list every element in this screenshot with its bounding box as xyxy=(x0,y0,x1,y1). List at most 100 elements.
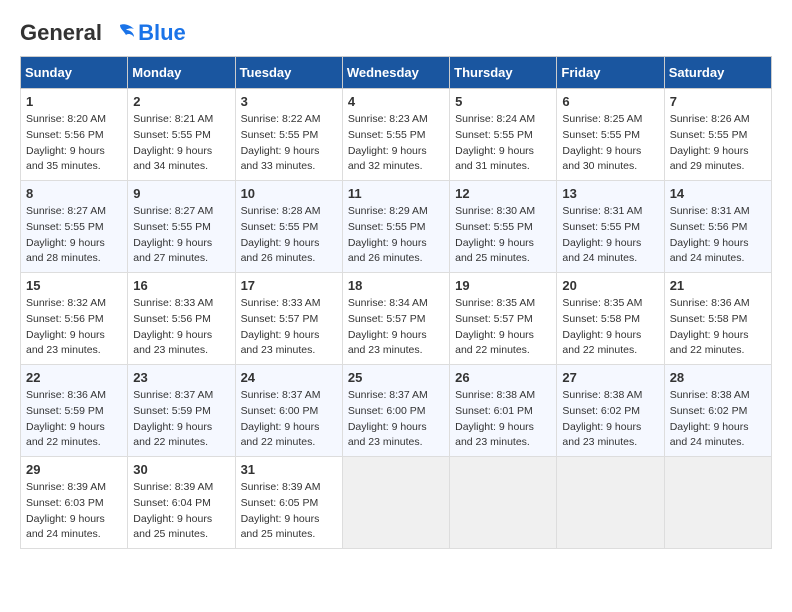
day-number: 12 xyxy=(455,186,551,201)
weekday-header-monday: Monday xyxy=(128,57,235,89)
weekday-header-friday: Friday xyxy=(557,57,664,89)
day-info: Sunrise: 8:21 AM Sunset: 5:55 PM Dayligh… xyxy=(133,112,229,175)
calendar-cell: 31 Sunrise: 8:39 AM Sunset: 6:05 PM Dayl… xyxy=(235,457,342,549)
calendar-cell: 13 Sunrise: 8:31 AM Sunset: 5:55 PM Dayl… xyxy=(557,181,664,273)
day-number: 9 xyxy=(133,186,229,201)
day-number: 22 xyxy=(26,370,122,385)
logo: General Blue xyxy=(20,20,186,46)
day-number: 5 xyxy=(455,94,551,109)
day-info: Sunrise: 8:20 AM Sunset: 5:56 PM Dayligh… xyxy=(26,112,122,175)
calendar-week-5: 29 Sunrise: 8:39 AM Sunset: 6:03 PM Dayl… xyxy=(21,457,772,549)
calendar-cell: 20 Sunrise: 8:35 AM Sunset: 5:58 PM Dayl… xyxy=(557,273,664,365)
day-number: 15 xyxy=(26,278,122,293)
calendar-cell: 16 Sunrise: 8:33 AM Sunset: 5:56 PM Dayl… xyxy=(128,273,235,365)
calendar-cell: 2 Sunrise: 8:21 AM Sunset: 5:55 PM Dayli… xyxy=(128,89,235,181)
day-number: 2 xyxy=(133,94,229,109)
calendar-cell: 19 Sunrise: 8:35 AM Sunset: 5:57 PM Dayl… xyxy=(450,273,557,365)
day-number: 18 xyxy=(348,278,444,293)
day-number: 28 xyxy=(670,370,766,385)
day-info: Sunrise: 8:26 AM Sunset: 5:55 PM Dayligh… xyxy=(670,112,766,175)
day-number: 1 xyxy=(26,94,122,109)
weekday-header-wednesday: Wednesday xyxy=(342,57,449,89)
day-info: Sunrise: 8:29 AM Sunset: 5:55 PM Dayligh… xyxy=(348,204,444,267)
day-info: Sunrise: 8:39 AM Sunset: 6:03 PM Dayligh… xyxy=(26,480,122,543)
day-number: 19 xyxy=(455,278,551,293)
calendar-cell: 15 Sunrise: 8:32 AM Sunset: 5:56 PM Dayl… xyxy=(21,273,128,365)
day-info: Sunrise: 8:36 AM Sunset: 5:59 PM Dayligh… xyxy=(26,388,122,451)
day-info: Sunrise: 8:33 AM Sunset: 5:56 PM Dayligh… xyxy=(133,296,229,359)
calendar-cell: 10 Sunrise: 8:28 AM Sunset: 5:55 PM Dayl… xyxy=(235,181,342,273)
day-number: 6 xyxy=(562,94,658,109)
calendar-cell: 4 Sunrise: 8:23 AM Sunset: 5:55 PM Dayli… xyxy=(342,89,449,181)
calendar-week-1: 1 Sunrise: 8:20 AM Sunset: 5:56 PM Dayli… xyxy=(21,89,772,181)
day-number: 27 xyxy=(562,370,658,385)
day-info: Sunrise: 8:25 AM Sunset: 5:55 PM Dayligh… xyxy=(562,112,658,175)
day-number: 30 xyxy=(133,462,229,477)
calendar-week-3: 15 Sunrise: 8:32 AM Sunset: 5:56 PM Dayl… xyxy=(21,273,772,365)
calendar-cell: 25 Sunrise: 8:37 AM Sunset: 6:00 PM Dayl… xyxy=(342,365,449,457)
calendar-cell xyxy=(342,457,449,549)
day-info: Sunrise: 8:31 AM Sunset: 5:55 PM Dayligh… xyxy=(562,204,658,267)
calendar-cell: 29 Sunrise: 8:39 AM Sunset: 6:03 PM Dayl… xyxy=(21,457,128,549)
day-info: Sunrise: 8:38 AM Sunset: 6:02 PM Dayligh… xyxy=(562,388,658,451)
logo-general: General xyxy=(20,20,102,45)
day-info: Sunrise: 8:38 AM Sunset: 6:01 PM Dayligh… xyxy=(455,388,551,451)
day-number: 10 xyxy=(241,186,337,201)
day-number: 3 xyxy=(241,94,337,109)
calendar-cell: 28 Sunrise: 8:38 AM Sunset: 6:02 PM Dayl… xyxy=(664,365,771,457)
day-number: 13 xyxy=(562,186,658,201)
day-number: 29 xyxy=(26,462,122,477)
header: General Blue xyxy=(20,20,772,46)
logo-bird-icon xyxy=(110,23,136,45)
day-info: Sunrise: 8:35 AM Sunset: 5:58 PM Dayligh… xyxy=(562,296,658,359)
weekday-header-sunday: Sunday xyxy=(21,57,128,89)
weekday-header-saturday: Saturday xyxy=(664,57,771,89)
calendar-cell: 8 Sunrise: 8:27 AM Sunset: 5:55 PM Dayli… xyxy=(21,181,128,273)
day-info: Sunrise: 8:39 AM Sunset: 6:05 PM Dayligh… xyxy=(241,480,337,543)
day-number: 21 xyxy=(670,278,766,293)
calendar-cell: 5 Sunrise: 8:24 AM Sunset: 5:55 PM Dayli… xyxy=(450,89,557,181)
day-number: 26 xyxy=(455,370,551,385)
day-info: Sunrise: 8:37 AM Sunset: 6:00 PM Dayligh… xyxy=(241,388,337,451)
day-number: 14 xyxy=(670,186,766,201)
day-info: Sunrise: 8:38 AM Sunset: 6:02 PM Dayligh… xyxy=(670,388,766,451)
calendar-cell: 22 Sunrise: 8:36 AM Sunset: 5:59 PM Dayl… xyxy=(21,365,128,457)
calendar-cell: 24 Sunrise: 8:37 AM Sunset: 6:00 PM Dayl… xyxy=(235,365,342,457)
day-info: Sunrise: 8:22 AM Sunset: 5:55 PM Dayligh… xyxy=(241,112,337,175)
day-number: 16 xyxy=(133,278,229,293)
calendar-cell: 1 Sunrise: 8:20 AM Sunset: 5:56 PM Dayli… xyxy=(21,89,128,181)
day-number: 25 xyxy=(348,370,444,385)
day-number: 11 xyxy=(348,186,444,201)
day-info: Sunrise: 8:24 AM Sunset: 5:55 PM Dayligh… xyxy=(455,112,551,175)
calendar-week-2: 8 Sunrise: 8:27 AM Sunset: 5:55 PM Dayli… xyxy=(21,181,772,273)
calendar-cell: 12 Sunrise: 8:30 AM Sunset: 5:55 PM Dayl… xyxy=(450,181,557,273)
day-info: Sunrise: 8:37 AM Sunset: 6:00 PM Dayligh… xyxy=(348,388,444,451)
logo-blue: Blue xyxy=(138,20,186,46)
day-info: Sunrise: 8:27 AM Sunset: 5:55 PM Dayligh… xyxy=(133,204,229,267)
day-info: Sunrise: 8:36 AM Sunset: 5:58 PM Dayligh… xyxy=(670,296,766,359)
weekday-header-thursday: Thursday xyxy=(450,57,557,89)
day-number: 8 xyxy=(26,186,122,201)
calendar-cell xyxy=(557,457,664,549)
calendar-cell: 11 Sunrise: 8:29 AM Sunset: 5:55 PM Dayl… xyxy=(342,181,449,273)
calendar-table: SundayMondayTuesdayWednesdayThursdayFrid… xyxy=(20,56,772,549)
day-info: Sunrise: 8:33 AM Sunset: 5:57 PM Dayligh… xyxy=(241,296,337,359)
day-number: 17 xyxy=(241,278,337,293)
calendar-cell: 7 Sunrise: 8:26 AM Sunset: 5:55 PM Dayli… xyxy=(664,89,771,181)
calendar-cell: 18 Sunrise: 8:34 AM Sunset: 5:57 PM Dayl… xyxy=(342,273,449,365)
day-info: Sunrise: 8:28 AM Sunset: 5:55 PM Dayligh… xyxy=(241,204,337,267)
day-info: Sunrise: 8:30 AM Sunset: 5:55 PM Dayligh… xyxy=(455,204,551,267)
day-number: 24 xyxy=(241,370,337,385)
day-number: 23 xyxy=(133,370,229,385)
calendar-week-4: 22 Sunrise: 8:36 AM Sunset: 5:59 PM Dayl… xyxy=(21,365,772,457)
day-number: 4 xyxy=(348,94,444,109)
calendar-cell xyxy=(450,457,557,549)
day-info: Sunrise: 8:37 AM Sunset: 5:59 PM Dayligh… xyxy=(133,388,229,451)
day-info: Sunrise: 8:23 AM Sunset: 5:55 PM Dayligh… xyxy=(348,112,444,175)
calendar-cell: 9 Sunrise: 8:27 AM Sunset: 5:55 PM Dayli… xyxy=(128,181,235,273)
calendar-cell: 27 Sunrise: 8:38 AM Sunset: 6:02 PM Dayl… xyxy=(557,365,664,457)
calendar-cell: 26 Sunrise: 8:38 AM Sunset: 6:01 PM Dayl… xyxy=(450,365,557,457)
calendar-cell: 14 Sunrise: 8:31 AM Sunset: 5:56 PM Dayl… xyxy=(664,181,771,273)
day-number: 31 xyxy=(241,462,337,477)
calendar-cell: 21 Sunrise: 8:36 AM Sunset: 5:58 PM Dayl… xyxy=(664,273,771,365)
